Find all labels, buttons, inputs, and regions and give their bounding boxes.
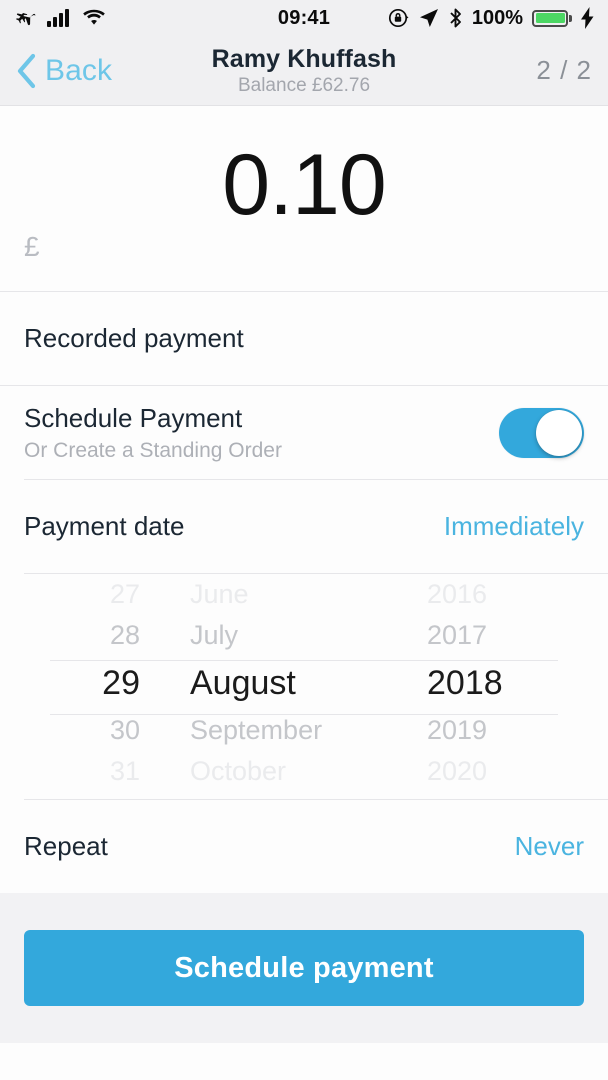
amount-section[interactable]: 0.10 £ [0,106,608,291]
picker-day-option[interactable]: 27 [0,579,150,610]
back-button[interactable]: Back [16,53,112,89]
row-recorded-payment[interactable]: Recorded payment [0,292,608,385]
phone-screen: 09:41 100% Back Ramy Khuffash Balance £6… [0,0,608,1080]
payment-date-value[interactable]: Immediately [444,511,584,542]
picker-row[interactable]: 27 June 2016 [0,574,608,615]
picker-year-option[interactable]: 2017 [410,620,608,651]
navigation-bar: Back Ramy Khuffash Balance £62.76 2 / 2 [0,36,608,106]
picker-month-option[interactable]: July [150,620,410,651]
picker-month-option[interactable]: October [150,756,410,787]
repeat-label: Repeat [24,831,108,861]
picker-selection-line-top [50,660,558,661]
picker-selection-line-bottom [50,714,558,715]
picker-year-option[interactable]: 2016 [410,579,608,610]
row-repeat[interactable]: Repeat Never [0,800,608,893]
status-bar: 09:41 100% [0,0,608,36]
footer-bar: Schedule payment [0,893,608,1043]
picker-day-option[interactable]: 30 [0,715,150,746]
balance-subtitle: Balance £62.76 [237,74,371,96]
status-bar-clock: 09:41 [277,6,331,29]
picker-month-option[interactable]: September [150,715,410,746]
date-picker[interactable]: 27 June 2016 28 July 2017 29 August 2018… [0,574,608,799]
picker-row[interactable]: 28 July 2017 [0,615,608,656]
page-title: Ramy Khuffash [211,44,397,73]
repeat-value[interactable]: Never [515,831,584,862]
picker-day-selected[interactable]: 29 [0,664,150,703]
schedule-payment-button[interactable]: Schedule payment [24,930,584,1006]
picker-row[interactable]: 31 October 2020 [0,751,608,792]
picker-year-option[interactable]: 2019 [410,715,608,746]
back-button-label: Back [45,53,113,87]
picker-row[interactable]: 30 September 2019 [0,710,608,751]
row-schedule-payment[interactable]: Schedule Payment Or Create a Standing Or… [0,386,608,479]
schedule-payment-texts: Schedule Payment Or Create a Standing Or… [24,403,282,463]
picker-day-option[interactable]: 28 [0,620,150,651]
amount-value[interactable]: 0.10 [0,142,608,228]
page-indicator: 2 / 2 [536,55,592,85]
row-payment-date[interactable]: Payment date Immediately [0,480,608,573]
recorded-payment-label: Recorded payment [24,323,244,353]
picker-month-option[interactable]: June [150,579,410,610]
picker-year-option[interactable]: 2020 [410,756,608,787]
schedule-payment-sublabel: Or Create a Standing Order [24,438,282,462]
currency-symbol: £ [24,231,40,262]
payment-date-label: Payment date [24,511,185,541]
picker-month-selected[interactable]: August [150,664,410,703]
picker-day-option[interactable]: 31 [0,756,150,787]
picker-year-selected[interactable]: 2018 [410,664,608,703]
picker-row-selected[interactable]: 29 August 2018 [0,656,608,710]
chevron-left-icon [17,53,36,88]
schedule-payment-toggle[interactable] [499,407,584,458]
toggle-knob [536,409,582,456]
schedule-payment-label: Schedule Payment [24,402,243,433]
